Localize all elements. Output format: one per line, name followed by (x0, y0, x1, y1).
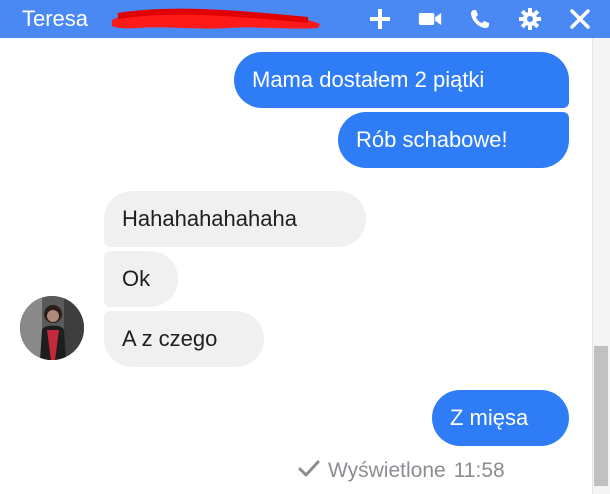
message-bubble-incoming[interactable]: Hahahahahahaha (104, 191, 366, 247)
close-icon[interactable] (568, 7, 592, 31)
seen-label: Wyświetlone (328, 459, 446, 482)
message-bubble-outgoing[interactable]: Rób schabowe! (338, 112, 569, 168)
message-bubble-outgoing[interactable]: Mama dostałem 2 piątki (234, 52, 569, 108)
seen-time: 11:58 (453, 459, 505, 482)
message-bubble-incoming[interactable]: A z czego (104, 311, 264, 367)
video-camera-icon[interactable] (418, 7, 442, 31)
chat-header: Teresa (0, 0, 610, 38)
contact-name[interactable]: Teresa (22, 6, 88, 32)
checkmark-icon (298, 458, 320, 484)
scrollbar-thumb[interactable] (594, 346, 608, 486)
gear-icon[interactable] (518, 7, 542, 31)
message-bubble-outgoing[interactable]: Z mięsa (432, 390, 569, 446)
avatar[interactable] (20, 296, 84, 360)
phone-icon[interactable] (468, 7, 492, 31)
message-bubble-incoming[interactable]: Ok (104, 251, 178, 307)
header-actions (368, 0, 592, 38)
seen-status: Wyświetlone 11:58 (298, 458, 505, 484)
message-list: Mama dostałem 2 piątki Rób schabowe! Hah… (0, 38, 610, 494)
redaction-scribble (112, 8, 320, 29)
plus-icon[interactable] (368, 7, 392, 31)
